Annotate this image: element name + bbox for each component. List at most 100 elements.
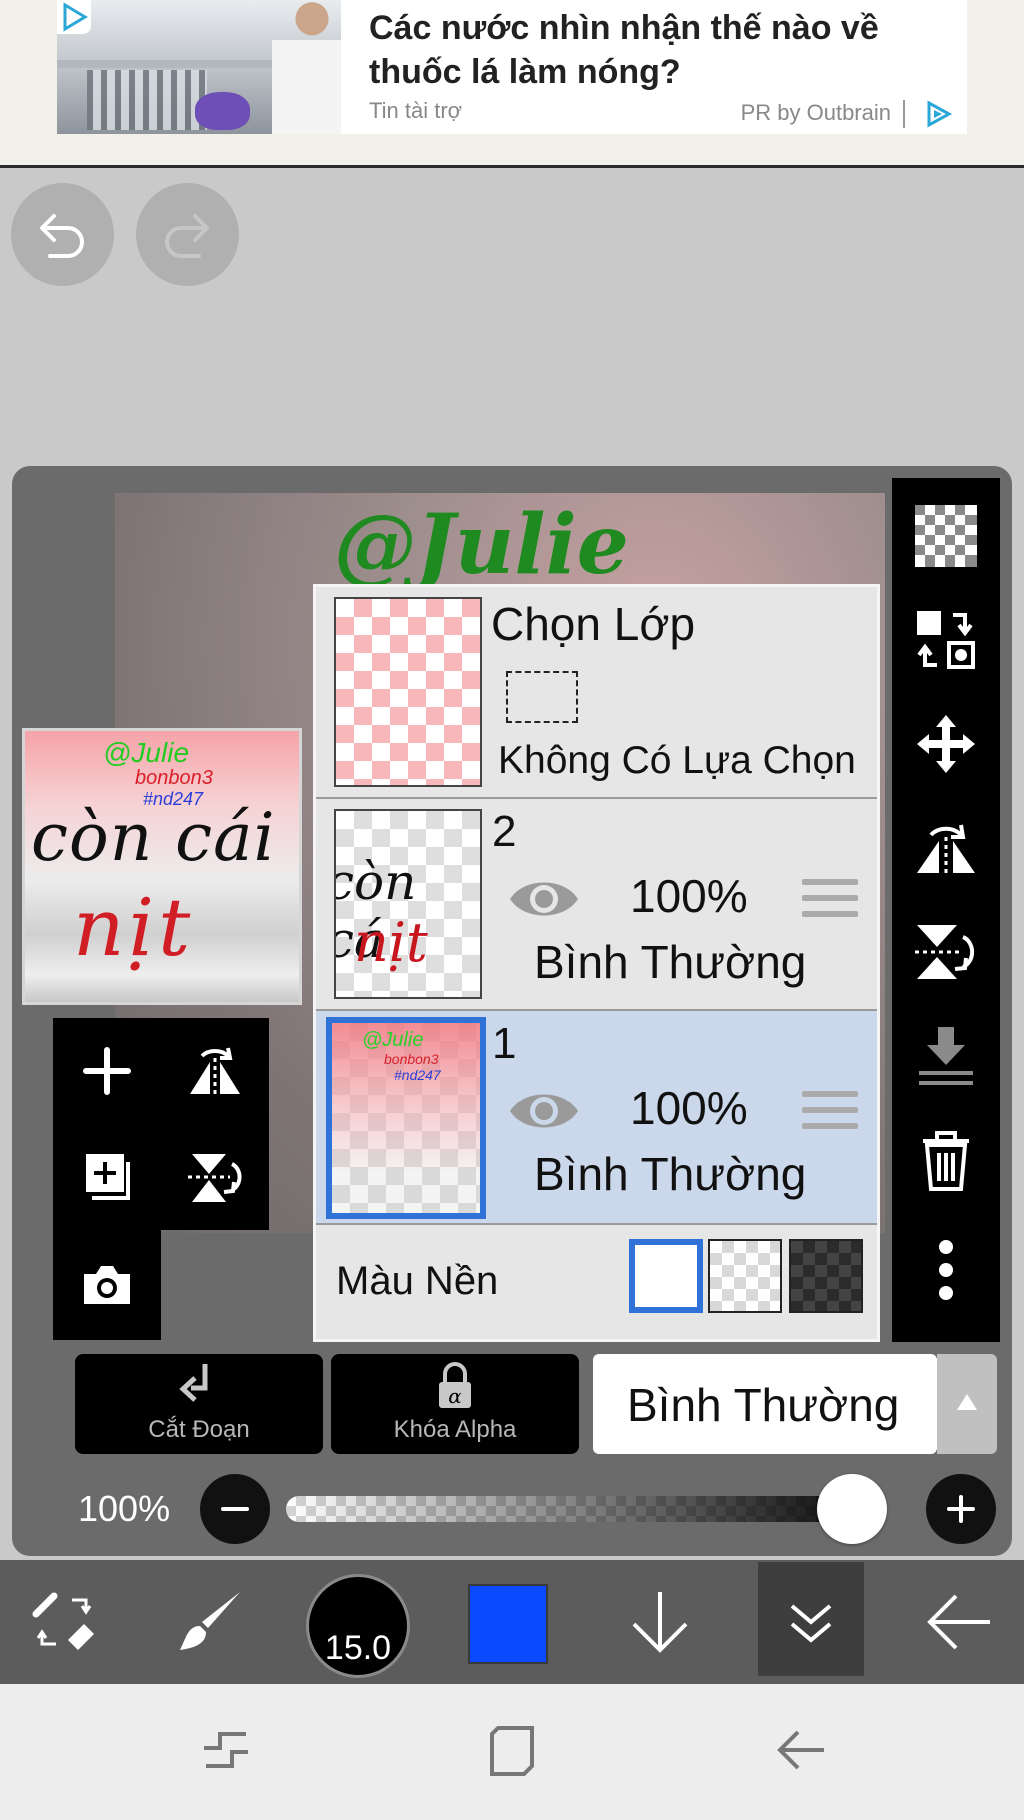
flip-vertical-layer-button[interactable]	[892, 900, 1000, 1004]
plus-icon	[947, 1495, 975, 1523]
move-layer-button[interactable]	[892, 692, 1000, 796]
selection-status: Không Có Lựa Chọn	[498, 739, 856, 782]
minus-icon	[221, 1507, 249, 1511]
brush-icon	[180, 1592, 240, 1650]
brush-eraser-switch-icon	[32, 1592, 94, 1650]
delete-layer-button[interactable]	[892, 1108, 1000, 1212]
ad-image[interactable]	[57, 0, 341, 134]
more-options-button[interactable]	[892, 1218, 1000, 1322]
ad-choices-icon[interactable]	[923, 100, 953, 128]
layer-right-toolbar	[892, 478, 1000, 1342]
arrow-left-icon	[927, 1594, 990, 1650]
move-icon	[917, 715, 975, 773]
layer-thumbnail: @Julie bonbon3 #nd247	[326, 1017, 486, 1219]
recent-apps-button[interactable]	[196, 1720, 256, 1780]
preview-line-1: còn cái	[31, 799, 276, 876]
layer-tools-extra	[53, 1230, 161, 1340]
layer-thumb-text-2: nịt	[354, 911, 428, 974]
layers-panel: Chọn Lớp Không Có Lựa Chọn còn cá nịt 2 …	[313, 584, 880, 1342]
move-down-button[interactable]	[600, 1560, 720, 1684]
redo-icon	[165, 214, 209, 258]
flip-vertical-button[interactable]	[161, 1124, 269, 1230]
background-transparent-swatch[interactable]	[708, 1239, 782, 1313]
undo-button[interactable]	[11, 183, 114, 286]
clipping-button[interactable]: Cắt Đoạn	[75, 1354, 323, 1454]
redo-button[interactable]	[136, 183, 239, 286]
drag-handle-icon[interactable]	[802, 879, 858, 919]
opacity-slider-thumb[interactable]	[817, 1474, 887, 1544]
layer-thumb-mid-2: #nd247	[394, 1067, 441, 1083]
background-color-row: Màu Nền	[316, 1225, 877, 1339]
recents-icon	[204, 1732, 248, 1768]
triangle-up-icon	[957, 1394, 977, 1410]
add-layer-button[interactable]	[53, 1018, 161, 1124]
background-dark-swatch[interactable]	[789, 1239, 863, 1313]
clipping-arrow-icon	[179, 1364, 208, 1402]
home-button[interactable]	[482, 1720, 542, 1780]
system-back-button[interactable]	[770, 1720, 830, 1780]
flip-horizontal-layer-button[interactable]	[892, 796, 1000, 900]
arrow-down-icon	[632, 1592, 688, 1653]
layer-blend-mode: Bình Thường	[534, 936, 807, 988]
merge-down-button[interactable]	[892, 1004, 1000, 1108]
merge-down-icon	[919, 1027, 973, 1085]
selection-layer-row[interactable]: Chọn Lớp Không Có Lựa Chọn	[316, 587, 877, 799]
selection-layer-title: Chọn Lớp	[491, 598, 696, 650]
visibility-eye-icon[interactable]	[506, 1083, 582, 1139]
alpha-lock-button[interactable]: α Khóa Alpha	[331, 1354, 579, 1454]
ad-play-icon[interactable]	[57, 0, 91, 34]
brush-size-button[interactable]: 15.0	[306, 1574, 410, 1678]
canvas-signature-text: @Julie	[334, 497, 629, 593]
layer-row-selected[interactable]: @Julie bonbon3 #nd247 1 100% Bình Thường	[316, 1011, 877, 1225]
swap-layer-button[interactable]	[892, 588, 1000, 692]
bottom-toolbar: 15.0	[0, 1560, 1024, 1684]
layer-thumbnail: còn cá nịt	[334, 809, 482, 999]
layer-opacity: 100%	[630, 1082, 748, 1134]
color-picker-button[interactable]	[468, 1584, 548, 1664]
ad-card[interactable]: Các nước nhìn nhận thế nào về thuốc lá l…	[57, 0, 967, 134]
layer-opacity: 100%	[630, 870, 748, 922]
flip-horizontal-button[interactable]	[161, 1018, 269, 1124]
new-transparent-layer-button[interactable]	[892, 484, 1000, 588]
plus-icon	[83, 1047, 131, 1095]
clipping-label: Cắt Đoạn	[148, 1416, 250, 1443]
flip-vertical-icon	[188, 1154, 242, 1202]
ad-provider-label[interactable]: PR by Outbrain	[741, 100, 891, 126]
back-button[interactable]	[898, 1560, 1018, 1684]
opacity-decrease-button[interactable]	[200, 1474, 270, 1544]
system-back-icon	[777, 1730, 824, 1770]
swap-layers-icon	[917, 611, 975, 669]
ad-image-person	[272, 0, 341, 134]
checkerboard-icon	[915, 505, 977, 567]
preview-line-2: nịt	[73, 881, 195, 974]
opacity-slider-track[interactable]	[286, 1496, 886, 1522]
opacity-value-label: 100%	[78, 1488, 171, 1529]
brush-tool-button[interactable]	[150, 1560, 270, 1684]
visibility-eye-icon[interactable]	[506, 871, 582, 927]
flip-horizontal-icon	[190, 1047, 240, 1098]
svg-text:α: α	[448, 1384, 462, 1408]
blend-mode-select[interactable]: Bình Thường	[593, 1354, 937, 1454]
preview-sign-text: @Julie	[103, 737, 190, 768]
trash-icon	[923, 1131, 969, 1191]
preview-mid-text-1: bonbon3	[135, 767, 213, 789]
alpha-lock-icon: α	[439, 1362, 471, 1408]
brush-size-value: 15.0	[324, 1629, 392, 1667]
ad-banner[interactable]: Các nước nhìn nhận thế nào về thuốc lá l…	[0, 0, 1024, 168]
ad-image-glove	[195, 92, 250, 130]
canvas-preview-thumbnail[interactable]: @Julie bonbon3 #nd247 còn cái nịt	[22, 728, 302, 1005]
selection-marquee-icon	[506, 671, 578, 723]
ad-sponsor-label: Tin tài trợ	[369, 98, 463, 123]
duplicate-layer-button[interactable]	[53, 1124, 161, 1230]
layers-tab-button[interactable]	[758, 1562, 864, 1676]
background-white-swatch[interactable]	[629, 1239, 703, 1313]
blend-mode-toggle[interactable]	[937, 1354, 997, 1454]
flip-vertical-icon	[915, 925, 975, 979]
opacity-increase-button[interactable]	[926, 1474, 996, 1544]
import-photo-button[interactable]	[53, 1232, 161, 1338]
drag-handle-icon[interactable]	[802, 1091, 858, 1131]
layer-row[interactable]: còn cá nịt 2 100% Bình Thường	[316, 799, 877, 1011]
undo-icon	[40, 214, 84, 258]
ad-headline[interactable]: Các nước nhìn nhận thế nào về thuốc lá l…	[369, 6, 949, 94]
tool-switch-button[interactable]	[4, 1560, 124, 1684]
